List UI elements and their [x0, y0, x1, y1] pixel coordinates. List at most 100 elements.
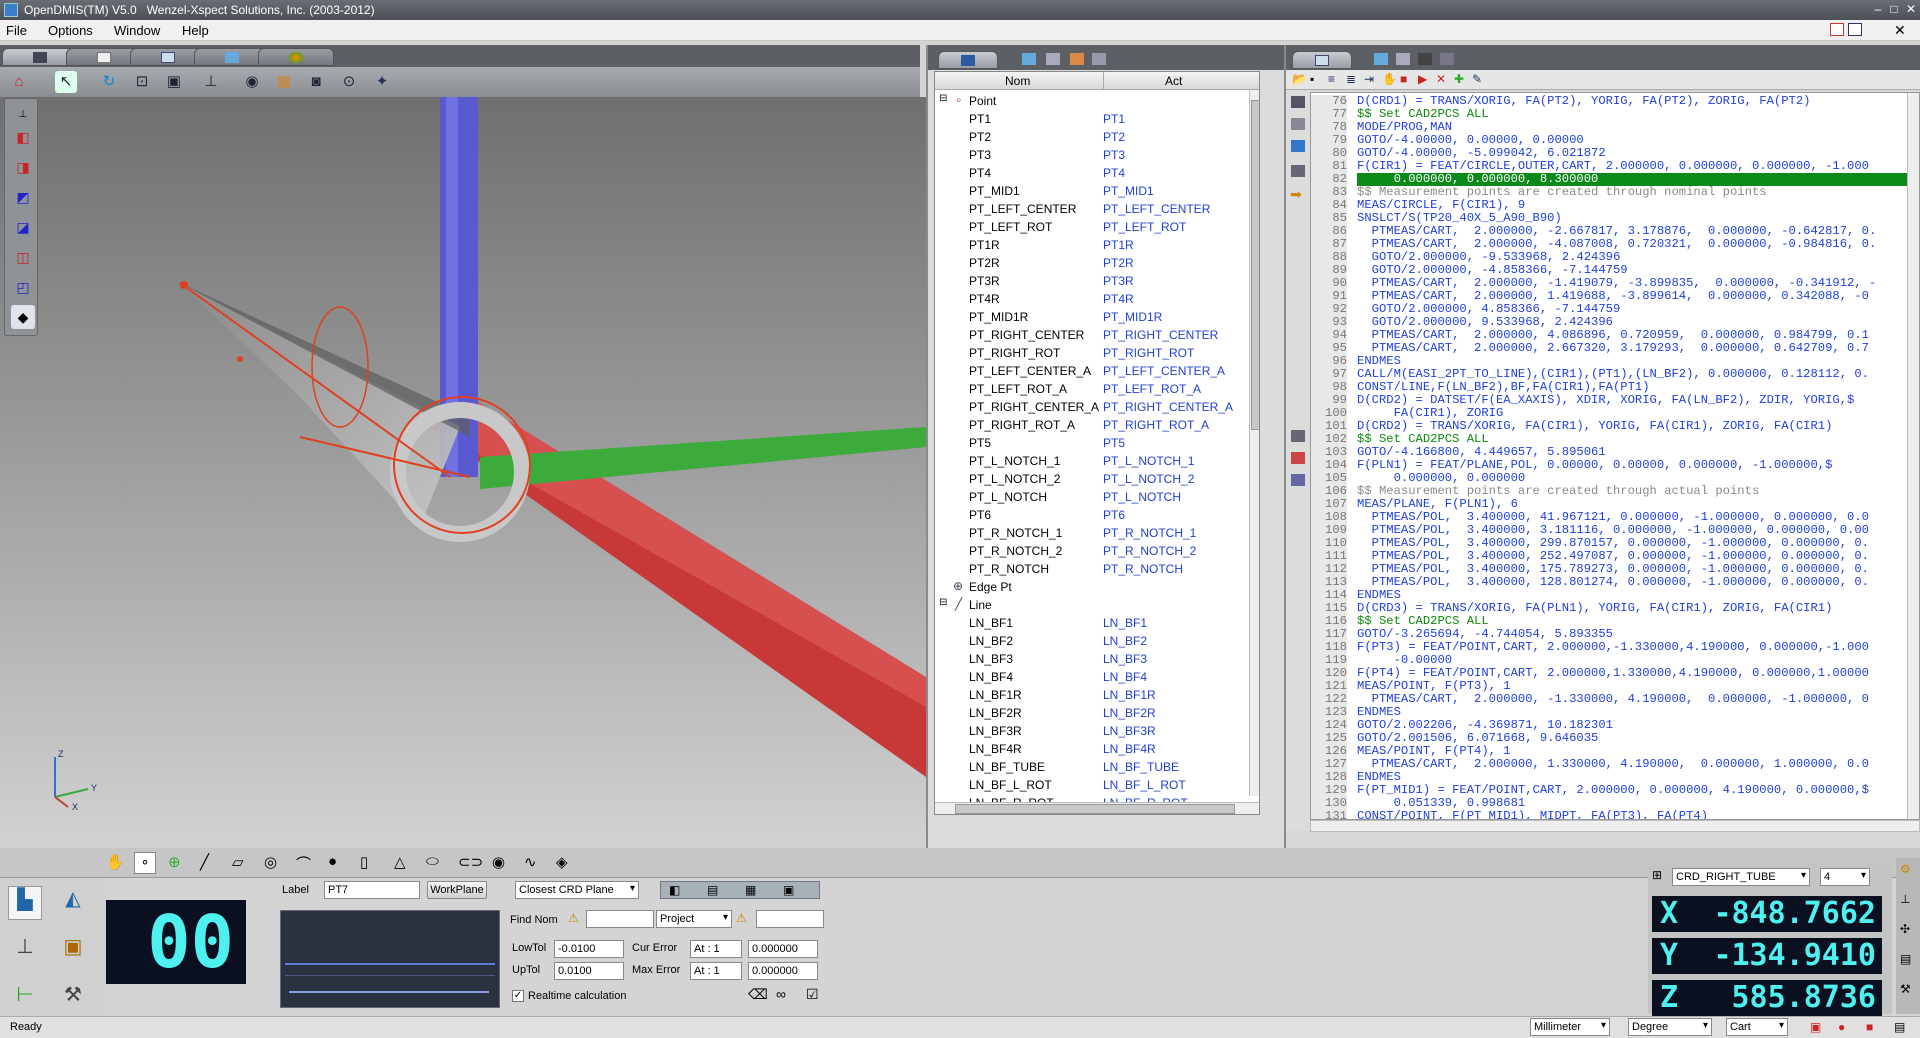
settings-icon[interactable]: ✦ [371, 71, 393, 93]
code-horizontal-scrollbar[interactable] [1310, 820, 1920, 832]
code-vertical-scrollbar[interactable] [1907, 93, 1919, 819]
camera-snapshot-icon[interactable]: ◙ [305, 71, 327, 93]
save-icon[interactable]: ▪ [1310, 72, 1314, 86]
slot-feature-icon[interactable]: ⊂⊃ [458, 853, 483, 871]
tolerance-icon[interactable] [1070, 53, 1084, 65]
tree-row-point[interactable]: PT_RIGHT_CENTER PT_RIGHT_CENTER [935, 326, 1259, 344]
workplane-button[interactable]: WorkPlane [427, 881, 487, 899]
tree-row-point[interactable]: PT_L_NOTCH_2 PT_L_NOTCH_2 [935, 470, 1259, 488]
collapse-icon[interactable]: ⊟ [939, 93, 947, 104]
menu-help[interactable]: Help [182, 23, 209, 38]
collapse-icon[interactable]: ⊟ [939, 597, 947, 608]
tree-row-point[interactable]: PT_MID1 PT_MID1 [935, 182, 1259, 200]
code-line[interactable]: 131 CONST/POINT, F(PT_MID1), MIDPT, FA(PT… [1311, 810, 1919, 819]
tree-row-point[interactable]: PT_RIGHT_ROT PT_RIGHT_ROT [935, 344, 1259, 362]
column-act[interactable]: Act [1165, 74, 1182, 88]
tree-row-point[interactable]: PT_LEFT_CENTER_A PT_LEFT_CENTER_A [935, 362, 1259, 380]
diamond-icon[interactable] [1291, 140, 1305, 152]
crd-select[interactable]: CRD_RIGHT_TUBE [1672, 868, 1810, 886]
dmis-code-editor[interactable]: 76 D(CRD1) = TRANS/XORIG, FA(PT2), YORIG,… [1310, 92, 1920, 820]
tools-icon[interactable] [1440, 53, 1454, 65]
find-nom-input[interactable] [586, 910, 654, 928]
eye-icon[interactable]: ◉ [241, 71, 263, 93]
rotate-icon[interactable]: ↻ [98, 71, 120, 93]
probe-icon[interactable] [1291, 165, 1305, 177]
view-2d-icon[interactable]: ▤ [707, 883, 718, 897]
tree-row-line[interactable]: LN_BF2 LN_BF2 [935, 632, 1259, 650]
joystick-icon[interactable]: ✣ [1900, 922, 1910, 936]
tree-row-point[interactable]: PT_LEFT_ROT PT_LEFT_ROT [935, 218, 1259, 236]
step-icon[interactable]: ⇥ [1364, 72, 1374, 86]
close-button[interactable]: ✕ [1903, 2, 1919, 17]
construct-mode-icon[interactable]: ◭ [56, 886, 90, 920]
open-icon[interactable]: 📂 [1292, 72, 1307, 86]
tool-mode-icon[interactable]: ⚒ [56, 982, 90, 1012]
code-line[interactable]: 113 PTMEAS/POL, 3.400000, 128.801274, 0.… [1311, 576, 1919, 589]
project-value-input[interactable] [756, 910, 824, 928]
feature-tree[interactable]: Nom Act ⊟ ∘ Point ⊕ Edge Pt ⊟ ╱ Line PT1 PT1 PT… [934, 71, 1260, 815]
circle-feature-icon[interactable]: ◎ [264, 853, 277, 871]
tree-row-point[interactable]: PT2 PT2 [935, 128, 1259, 146]
tree-group-point[interactable]: ⊟ ∘ Point [935, 92, 1259, 110]
3d-viewport[interactable]: Z Y X [0, 97, 926, 848]
compare-icon[interactable] [1291, 474, 1305, 486]
axis-mode-icon[interactable]: ⊢ [8, 982, 42, 1012]
plane-feature-icon[interactable]: ▱ [232, 853, 244, 871]
link-icon[interactable]: ∞ [776, 986, 786, 1002]
tab-program[interactable] [1292, 51, 1352, 69]
tree-row-line[interactable]: LN_BF_TUBE LN_BF_TUBE [935, 758, 1259, 776]
probe-icon[interactable]: ⊙ [338, 71, 360, 93]
close-doc-icon[interactable]: ✕ [1894, 22, 1906, 39]
minimize-button[interactable]: – [1870, 2, 1886, 17]
tree-row-point[interactable]: PT3 PT3 [935, 146, 1259, 164]
menu-file[interactable]: File [6, 23, 27, 38]
zoom-window-icon[interactable]: ▣ [163, 71, 185, 93]
tree-row-point[interactable]: PT2R PT2R [935, 254, 1259, 272]
point-feature-icon[interactable]: ∘ [134, 852, 156, 874]
edit-block-icon[interactable] [1291, 430, 1305, 442]
axis-view-icon[interactable]: ⊥ [200, 71, 222, 93]
closest-plane-select[interactable]: Closest CRD Plane [515, 881, 639, 899]
view-iso-icon[interactable]: ◆ [11, 305, 35, 329]
auto-feature-icon[interactable]: ✋ [106, 853, 125, 871]
view-grid-icon[interactable]: ▦ [745, 883, 756, 897]
hand-icon[interactable]: ✋ [1382, 72, 1397, 86]
probe-list-icon[interactable] [1046, 53, 1060, 65]
tree-vertical-scrollbar[interactable] [1249, 90, 1259, 796]
arc-feature-icon[interactable]: ⌒ [296, 853, 311, 874]
edge-point-feature-icon[interactable]: ⊕ [168, 853, 181, 871]
info-icon[interactable]: ▤ [1894, 1020, 1905, 1034]
tree-row-point[interactable]: PT_L_NOTCH PT_L_NOTCH [935, 488, 1259, 506]
probe-mode-icon[interactable]: ⊥ [8, 934, 42, 968]
tree-row-point[interactable]: PT3R PT3R [935, 272, 1259, 290]
home-icon[interactable]: ⌂ [8, 71, 30, 93]
wrench-icon[interactable]: ⚒ [1900, 982, 1911, 996]
view-top-icon[interactable]: ◫ [11, 245, 35, 269]
tree-row-point[interactable]: PT5 PT5 [935, 434, 1259, 452]
pin-icon[interactable] [1291, 96, 1305, 108]
tile-icon[interactable] [1848, 23, 1862, 36]
library-icon[interactable] [1291, 118, 1305, 130]
menu-window[interactable]: Window [114, 23, 160, 38]
tree-row-point[interactable]: PT1 PT1 [935, 110, 1259, 128]
tree-horizontal-scrollbar[interactable] [935, 802, 1259, 814]
tree-row-point[interactable]: PT_R_NOTCH_1 PT_R_NOTCH_1 [935, 524, 1259, 542]
surface-feature-icon[interactable]: ◈ [556, 853, 568, 871]
stop-icon[interactable]: ■ [1866, 1020, 1873, 1034]
column-nom[interactable]: Nom [1005, 74, 1030, 88]
cone-feature-icon[interactable]: △ [394, 853, 406, 871]
cylinder-feature-icon[interactable]: ▯ [360, 853, 368, 871]
tree-row-point[interactable]: PT4 PT4 [935, 164, 1259, 182]
stop-icon[interactable]: ■ [1400, 72, 1407, 86]
project-select[interactable]: Project [656, 910, 732, 928]
tree-row-point[interactable]: PT_L_NOTCH_1 PT_L_NOTCH_1 [935, 452, 1259, 470]
tree-row-point[interactable]: PT_MID1R PT_MID1R [935, 308, 1259, 326]
gear-icon[interactable]: ⚙ [1900, 862, 1911, 876]
record-icon[interactable]: ● [1838, 1020, 1845, 1034]
tree-group-line[interactable]: ⊟ ╱ Line [935, 596, 1259, 614]
tree-row-point[interactable]: PT6 PT6 [935, 506, 1259, 524]
tree-row-point[interactable]: PT1R PT1R [935, 236, 1259, 254]
tree-row-line[interactable]: LN_BF1 LN_BF1 [935, 614, 1259, 632]
curve-feature-icon[interactable]: ∿ [524, 853, 537, 871]
tree-row-line[interactable]: LN_BF_L_ROT LN_BF_L_ROT [935, 776, 1259, 794]
